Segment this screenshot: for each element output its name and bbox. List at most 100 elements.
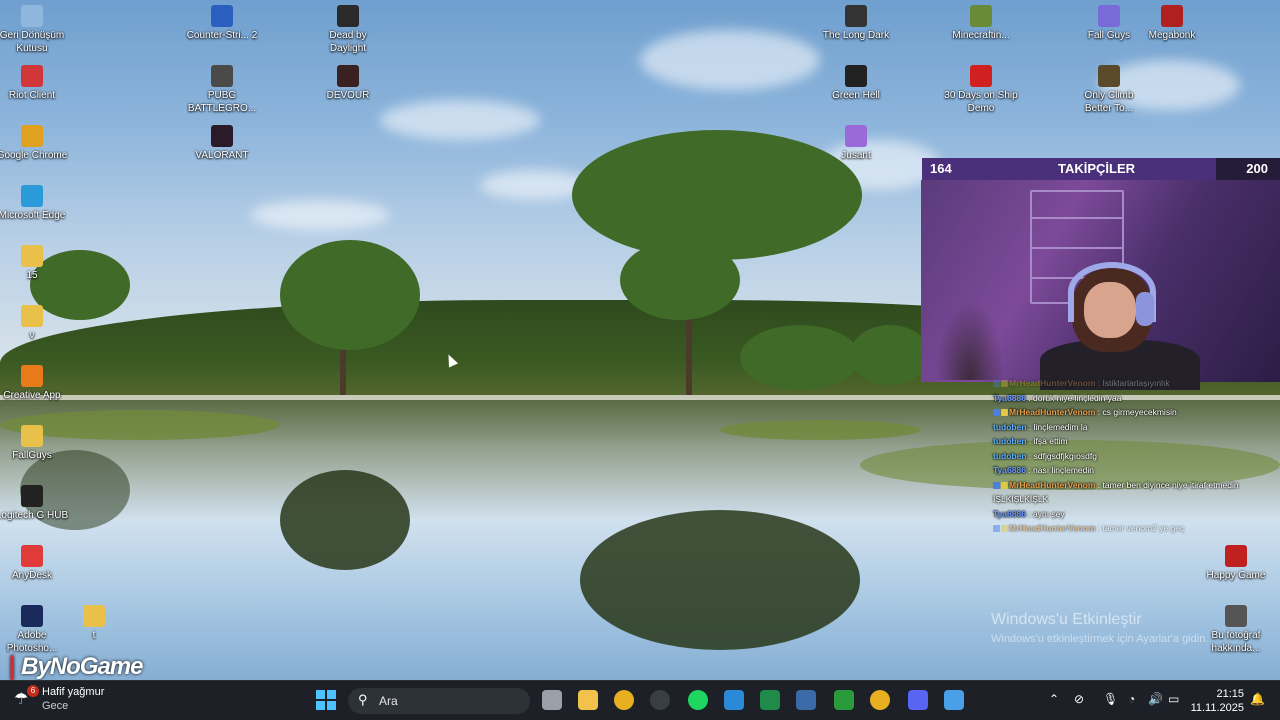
desktop-icon[interactable]: PUBG BATTLEGRO... [184, 65, 260, 115]
desktop-icon-label: Green Hell [832, 90, 880, 101]
desktop-icon[interactable]: AnyDesk [0, 545, 70, 582]
chat-message: Tya6886 : doruk niye linçledin yaa [993, 391, 1275, 406]
chat-badge-icon [993, 380, 1000, 388]
desktop-icon[interactable]: Counter-Stri... 2 [184, 5, 260, 42]
desktop-icon[interactable]: 30 Days on Ship Demo [943, 65, 1019, 115]
taskbar-app-button[interactable] [866, 686, 894, 714]
search-label: Ara [379, 694, 398, 708]
chat-separator: : [1095, 407, 1103, 417]
microsoft-store-icon [724, 690, 744, 710]
chat-badge-icon [1001, 481, 1008, 489]
chat-text: linçlemedim la [1033, 421, 1088, 432]
desktop-icon[interactable]: Creative App [0, 365, 70, 402]
volume-icon[interactable]: 🔊 [1148, 692, 1163, 706]
desktop-icon[interactable]: Megabonk [1134, 5, 1210, 42]
chat-badge-icon [993, 409, 1000, 417]
windows-logo-icon [316, 690, 336, 710]
folder-icon [83, 605, 105, 627]
notification-icon[interactable]: 🔔 [1250, 692, 1265, 706]
desktop-icon[interactable]: Logitech G HUB [0, 485, 70, 522]
tree-crown [850, 325, 930, 385]
desktop-icon[interactable]: v [0, 305, 70, 342]
valorant-icon [211, 125, 233, 147]
taskbar-app-button[interactable] [720, 686, 748, 714]
chat-separator: : [1026, 436, 1034, 446]
logitech-ghub-icon [21, 485, 43, 507]
folder-icon [21, 245, 43, 267]
taskbar-app-button[interactable] [792, 686, 820, 714]
chrome-icon [614, 690, 634, 710]
taskbar-app-button[interactable] [610, 686, 638, 714]
taskbar-clock[interactable]: 21:15 11.11.2025 [1191, 687, 1244, 715]
file-explorer-icon [578, 690, 598, 710]
desktop-icon[interactable]: Microsoft Edge [0, 185, 70, 222]
desktop-icon[interactable]: Minecraftin... [943, 5, 1019, 42]
tree-crown [620, 240, 740, 320]
taskbar-app-button[interactable] [574, 686, 602, 714]
tree-reflection [280, 470, 410, 570]
taskbar-search[interactable]: ⚲ Ara [348, 688, 530, 714]
chat-text: Istiklarlarlaşıyınlık [1102, 378, 1170, 388]
chat-overlay: MrHeadHunterVenom : Istiklarlarlaşıyınlı… [993, 376, 1275, 536]
taskbar-app-button[interactable] [646, 686, 674, 714]
taskbar-app-button[interactable] [904, 686, 932, 714]
chat-badge-icon [1001, 525, 1008, 533]
desktop-icon-label: t [92, 630, 96, 641]
weather-widget[interactable]: ☂ 6 Hafif yağmur Gece [14, 685, 134, 715]
desktop-icon[interactable]: Riot Client [0, 65, 70, 102]
taskbar-app-button[interactable] [538, 686, 566, 714]
taskbar-app-button[interactable] [940, 686, 968, 714]
30-days-on-ship-icon [970, 65, 992, 87]
clock-date: 11.11.2025 [1190, 702, 1244, 714]
desktop-icon-label: Microsoft Edge [0, 210, 66, 221]
taskbar-app-button[interactable] [830, 686, 858, 714]
desktop-icon-label: Creative App [3, 390, 61, 401]
taskbar-app-button[interactable] [684, 686, 712, 714]
discord-icon [908, 690, 928, 710]
network-off-icon[interactable]: ⊘ [1074, 692, 1084, 706]
desktop-icon[interactable]: The Long Dark [818, 5, 894, 42]
battery-icon[interactable]: ▭ [1168, 692, 1179, 706]
chat-message: MrHeadHunterVenom : tamer venom2 ye geç [993, 521, 1275, 536]
desktop-icon-label: Dead by Daylight [329, 30, 367, 54]
plant [935, 300, 1005, 380]
start-button[interactable] [312, 686, 340, 714]
recycle-bin-icon [21, 5, 43, 27]
fall-guys-icon [1098, 5, 1120, 27]
wifi-icon[interactable]: ◔ [1128, 692, 1135, 706]
dead-by-daylight-icon [337, 5, 359, 27]
desktop-icon[interactable]: DEVOUR [310, 65, 386, 102]
desktop-icon[interactable]: Bu fotoğraf hakkında... [1198, 605, 1274, 655]
clock-time: 21:15 [1216, 688, 1244, 700]
desktop-icon[interactable]: Google Chrome [0, 125, 70, 162]
windows-activation-watermark: Windows'u Etkinleştir Windows'u etkinleş… [991, 611, 1208, 645]
desktop-icon[interactable]: VALORANT [184, 125, 260, 162]
microphone-icon[interactable]: 🎙 [1103, 692, 1118, 706]
chat-message: MrHeadHunterVenom : cs girmeyecekmisin [993, 405, 1275, 420]
weather-subtitle: Gece [42, 700, 69, 712]
desktop-icon[interactable]: t [56, 605, 132, 642]
chat-username: MrHeadHunterVenom [1009, 378, 1096, 388]
desktop-icon[interactable]: Green Hell [818, 65, 894, 102]
folder-icon [21, 305, 43, 327]
chat-text: aynı şey [1033, 508, 1065, 519]
desktop-icon[interactable]: Only Climb Better To... [1071, 65, 1147, 115]
desktop-icon[interactable]: Jusant [818, 125, 894, 162]
chat-username: Tya6886 [993, 508, 1026, 519]
app-icon [944, 690, 964, 710]
desktop-icon[interactable]: FallGuys [0, 425, 70, 462]
desktop-icon[interactable]: 15 [0, 245, 70, 282]
desktop-icon[interactable]: Dead by Daylight [310, 5, 386, 55]
chat-separator: : [1025, 465, 1034, 475]
desktop-icon[interactable]: Geri Dönüşüm Kutusu [0, 5, 70, 55]
cloud [250, 200, 390, 230]
activation-subtitle: Windows'u etkinleştirmek için Ayarlar'a … [991, 633, 1209, 645]
chat-separator: : [1026, 421, 1034, 432]
follower-goal-title: TAKİPÇİLER [1058, 161, 1136, 176]
chrome-icon [21, 125, 43, 147]
taskbar-app-button[interactable] [756, 686, 784, 714]
chevron-up-icon[interactable]: ⌃ [1049, 692, 1059, 706]
bynogame-watermark: ❘ByNoGame [2, 652, 143, 681]
desktop-icon[interactable]: Happy Game [1198, 545, 1274, 582]
desktop-icon-label: v [29, 330, 35, 341]
